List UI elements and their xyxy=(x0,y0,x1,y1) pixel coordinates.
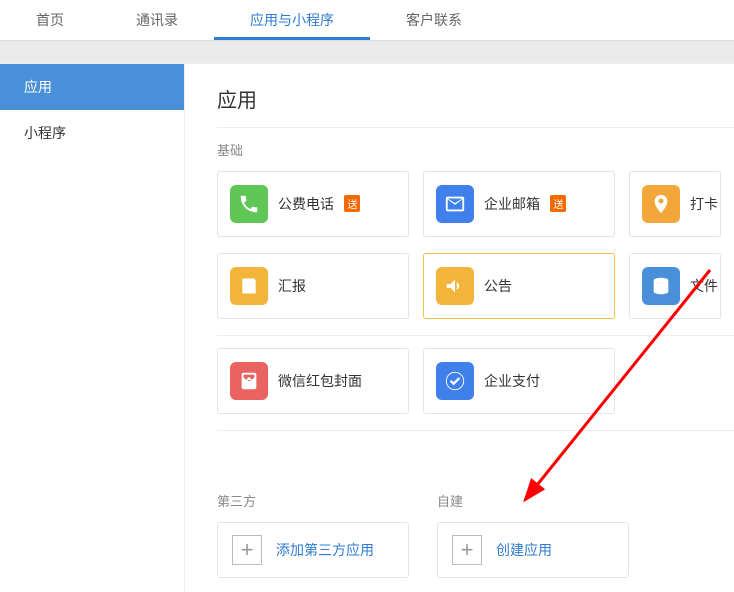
app-card-mail[interactable]: 企业邮箱 送 xyxy=(423,171,615,237)
main-content: 应用 基础 公费电话 送 企业邮箱 送 xyxy=(185,64,734,592)
app-card-checkin[interactable]: 打卡 xyxy=(629,171,721,237)
app-label: 汇报 xyxy=(278,276,306,296)
add-thirdparty-button[interactable]: + 添加第三方应用 xyxy=(217,522,409,578)
add-label: 创建应用 xyxy=(496,540,552,560)
topnav-customer[interactable]: 客户联系 xyxy=(370,0,498,40)
app-label: 打卡 xyxy=(690,194,718,214)
sidebar: 应用 小程序 xyxy=(0,64,185,592)
redpacket-icon xyxy=(230,362,268,400)
hr xyxy=(217,127,734,128)
section-basic-title: 基础 xyxy=(217,140,734,159)
add-selfbuild-button[interactable]: + 创建应用 xyxy=(437,522,629,578)
sidebar-item-apps[interactable]: 应用 xyxy=(0,64,184,110)
hr xyxy=(217,335,734,336)
hr xyxy=(217,430,734,431)
plus-icon: + xyxy=(232,535,262,565)
file-icon xyxy=(642,267,680,305)
plus-icon: + xyxy=(452,535,482,565)
checkin-icon xyxy=(642,185,680,223)
section-thirdparty-title: 第三方 xyxy=(217,491,423,510)
divider-bar xyxy=(0,40,734,64)
report-icon xyxy=(230,267,268,305)
tag-badge: 送 xyxy=(344,195,360,212)
add-label: 添加第三方应用 xyxy=(276,540,374,560)
app-card-report[interactable]: 汇报 xyxy=(217,253,409,319)
app-card-announce[interactable]: 公告 xyxy=(423,253,615,319)
pay-icon xyxy=(436,362,474,400)
app-label: 公费电话 xyxy=(278,196,334,212)
app-card-redpacket[interactable]: 微信红包封面 xyxy=(217,348,409,414)
tag-badge: 送 xyxy=(550,195,566,212)
topnav-contacts[interactable]: 通讯录 xyxy=(100,0,214,40)
mail-icon xyxy=(436,185,474,223)
section-selfbuild-title: 自建 xyxy=(437,491,643,510)
app-label: 公告 xyxy=(484,276,512,296)
app-card-file[interactable]: 文件 xyxy=(629,253,721,319)
app-label: 企业支付 xyxy=(484,371,540,391)
app-label: 微信红包封面 xyxy=(278,371,362,391)
topnav-apps-mini[interactable]: 应用与小程序 xyxy=(214,0,370,40)
sidebar-item-mini[interactable]: 小程序 xyxy=(0,110,184,156)
app-card-pay[interactable]: 企业支付 xyxy=(423,348,615,414)
topnav-home[interactable]: 首页 xyxy=(0,0,100,40)
app-label: 企业邮箱 xyxy=(484,196,540,212)
app-label: 文件 xyxy=(690,276,718,296)
app-card-phone[interactable]: 公费电话 送 xyxy=(217,171,409,237)
page-title: 应用 xyxy=(217,84,734,113)
phone-icon xyxy=(230,185,268,223)
announce-icon xyxy=(436,267,474,305)
